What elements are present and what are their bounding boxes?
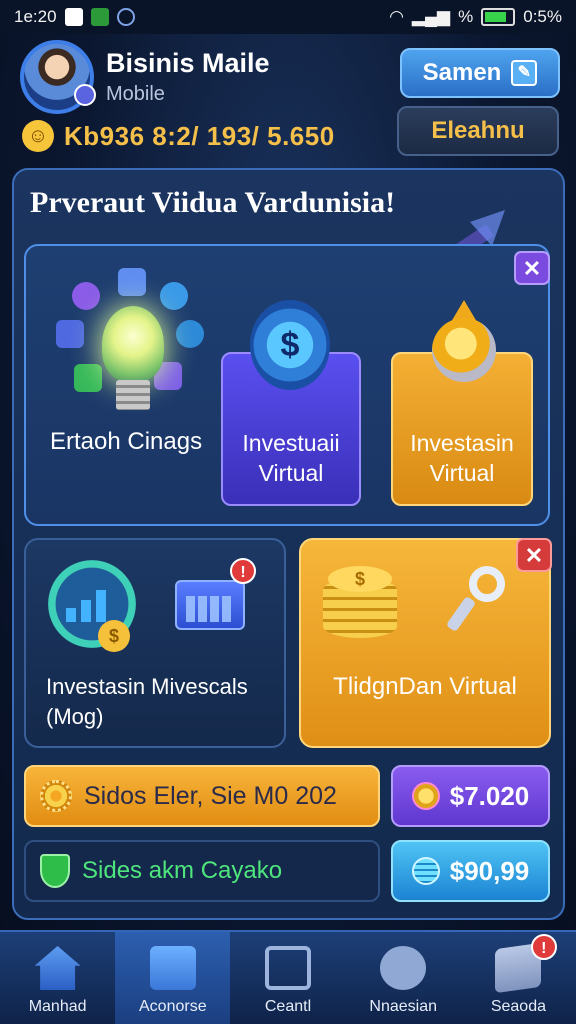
chat-icon [380, 946, 427, 990]
calendar-grid [186, 596, 234, 622]
user-name: Bisinis Maile [106, 48, 270, 78]
coin-icon: $ [98, 620, 130, 652]
medal-icon [432, 318, 496, 382]
nav-item-store[interactable]: Seaoda ! [461, 932, 576, 1024]
user-stats: ☺ Kb936 8:2/ 193/ 5.650 [22, 118, 382, 154]
investments-label-line1: Investasin Mivescals [46, 674, 248, 699]
blue-card-line2: Virtual [258, 460, 324, 486]
balance-purple-value: $7.020 [449, 780, 530, 811]
signal-percent: % [458, 7, 474, 26]
settings-bar[interactable]: Sidos Eler, Sie M0 202 [24, 765, 380, 827]
blue-card-label: Investuaii Virtual [221, 428, 361, 488]
gold-card-line1: Investasin [410, 430, 514, 456]
money-icon [74, 364, 102, 392]
nav-item-home[interactable]: Manhad [0, 932, 115, 1024]
stats-text: Kb936 8:2/ 193/ 5.650 [64, 120, 335, 151]
notification-icon [64, 8, 83, 26]
close-feature-button[interactable]: ✕ [514, 251, 550, 285]
sync-icon [116, 8, 135, 26]
samen-button[interactable]: Samen ✎ [400, 48, 560, 98]
balance-cyan-value: $90,99 [449, 855, 530, 886]
security-bar[interactable]: Sides akm Cayako [24, 840, 380, 902]
store-notification-badge: ! [530, 934, 557, 960]
shield-mini-icon [176, 320, 204, 348]
puzzle-icon [72, 282, 100, 310]
battery-percent: 0:5% [523, 7, 562, 26]
dollar-badge-icon: $ [250, 300, 330, 390]
nav-item-messages[interactable]: Nnaesian [346, 932, 461, 1024]
app-notification-icon [90, 8, 109, 26]
settings-bar-text: Sidos Eler, Sie M0 202 [84, 781, 337, 810]
gold-card-line2: Virtual [429, 460, 495, 486]
eleahnu-button[interactable]: Eleahnu [397, 106, 559, 156]
balance-purple-button[interactable]: $7.020 [391, 765, 550, 827]
nav-label-messages: Nnaesian [369, 998, 438, 1015]
status-bar: 1e:20 ◠ ▂▄▆ % 0:5% [0, 0, 576, 34]
balance-cyan-button[interactable]: $90,99 [391, 840, 550, 902]
nav-item-folder[interactable]: Aconorse [115, 932, 231, 1024]
gear-icon [40, 780, 72, 812]
investments-label: Investasin Mivescals (Mog) [46, 672, 276, 732]
chart-icon [118, 268, 146, 296]
security-bar-text: Sides akm Cayako [82, 857, 283, 884]
nav-label-home: Manhad [28, 998, 87, 1015]
key-icon [447, 566, 505, 631]
battery-icon [481, 8, 516, 26]
profile-header: Bisinis Maile Mobile [20, 40, 380, 114]
user-subtitle: Mobile [106, 83, 165, 105]
trading-label: TlidgnDan Virtual [333, 673, 517, 700]
nav-item-center[interactable]: Ceantl [230, 932, 345, 1024]
ideas-label[interactable]: Ertaoh Cinags [50, 428, 202, 456]
avatar-badge-icon [74, 84, 96, 106]
frame-icon [265, 946, 311, 990]
coin-stack-cyan-icon [411, 857, 440, 885]
avatar[interactable] [20, 40, 96, 114]
nav-label-folder: Aconorse [139, 998, 207, 1015]
signal-icon: ▂▄▆ [411, 7, 451, 26]
status-time: 1e:20 [14, 7, 57, 26]
smiley-icon: ☺ [22, 120, 54, 152]
nav-label-store: Seaoda [490, 998, 546, 1015]
samen-button-label: Samen [422, 59, 502, 86]
lightbulb-base [116, 380, 150, 410]
folder-icon [149, 946, 196, 990]
wifi-icon: ◠ [389, 7, 404, 26]
blue-card-line1: Investuaii [242, 430, 340, 456]
invest-notification-badge: ! [230, 558, 256, 584]
edit-icon: ✎ [511, 60, 538, 86]
bar-chart-icon [66, 586, 106, 622]
coin-purple-icon [411, 782, 440, 810]
shield-icon [40, 854, 70, 888]
home-icon [34, 946, 81, 990]
lightbulb-icon [102, 306, 164, 382]
target-icon [160, 282, 188, 310]
coin-top-icon: $ [328, 566, 392, 592]
nav-label-center: Ceantl [264, 998, 312, 1015]
bottom-nav: Manhad Aconorse Ceantl Nnaesian Seaoda ! [0, 930, 576, 1024]
document-icon [56, 320, 84, 348]
close-trading-button[interactable]: ✕ [516, 538, 552, 572]
investments-label-line2: (Mog) [46, 704, 104, 729]
gold-card-label: Investasin Virtual [391, 428, 533, 488]
